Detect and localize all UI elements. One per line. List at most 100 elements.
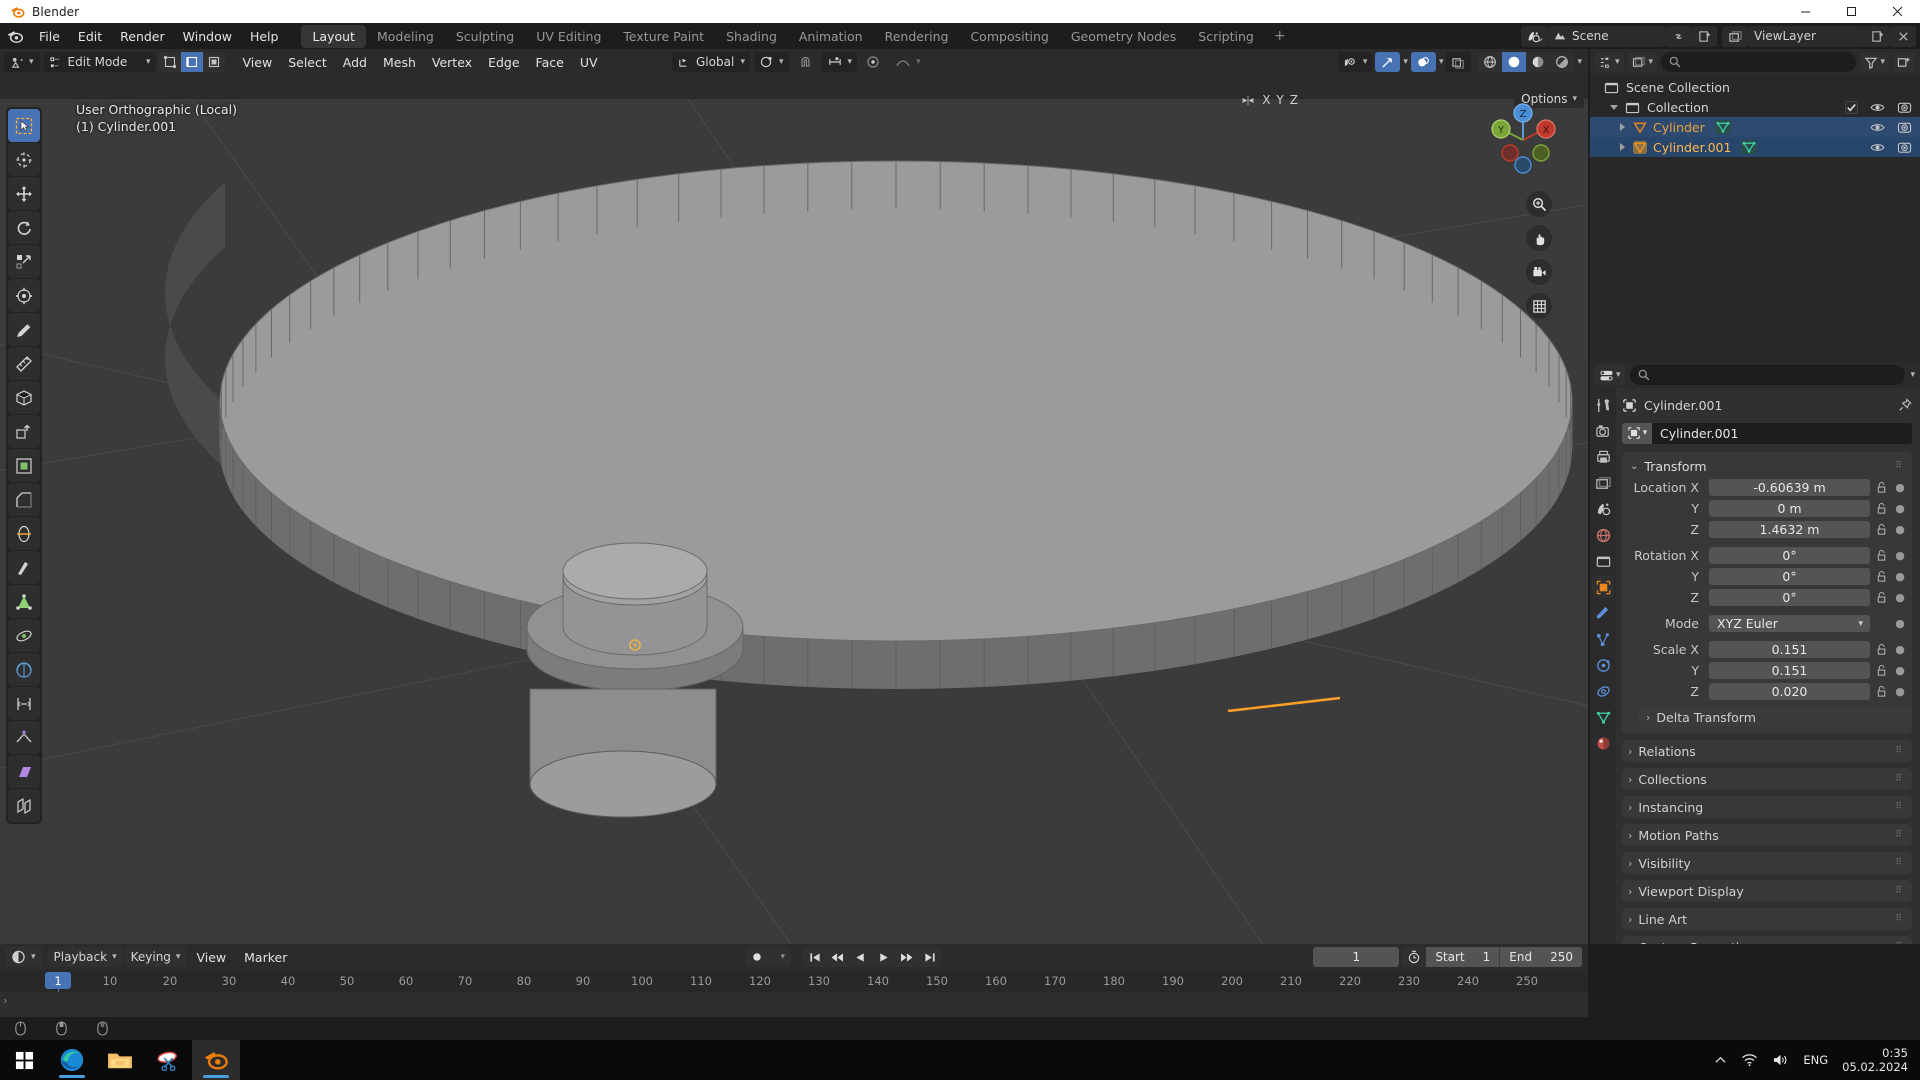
animate-rotation-z-icon[interactable]: ● bbox=[1894, 591, 1906, 604]
tab-texture-paint[interactable]: Texture Paint bbox=[612, 25, 715, 48]
solid-shading-icon[interactable] bbox=[1502, 52, 1527, 72]
camera-icon[interactable] bbox=[1526, 259, 1552, 285]
rotate-tool-icon[interactable] bbox=[8, 211, 40, 244]
bevel-tool-icon[interactable] bbox=[8, 483, 40, 516]
lock-rotation-x-icon[interactable] bbox=[1875, 549, 1889, 562]
xray-toggle[interactable] bbox=[1446, 52, 1472, 72]
lock-scale-y-icon[interactable] bbox=[1875, 664, 1889, 677]
value-location-z[interactable]: 1.4632 m bbox=[1709, 521, 1870, 538]
properties-editor[interactable]: ▾ ▾ Cylinder.001 ▾ Cylinder.001 ⌄ Transf… bbox=[1590, 362, 1920, 944]
transform-panel-header[interactable]: ⌄ Transform ⠿ bbox=[1622, 456, 1912, 476]
annotate-tool-icon[interactable] bbox=[8, 313, 40, 346]
timeline-editor-type-selector[interactable]: ▾ bbox=[5, 947, 42, 967]
outliner-search-input[interactable] bbox=[1661, 52, 1857, 72]
animate-rotation-mode-icon[interactable]: ● bbox=[1894, 617, 1906, 630]
shear-tool-icon[interactable] bbox=[8, 755, 40, 788]
mirror-icon[interactable] bbox=[1240, 94, 1256, 107]
tab-particles-icon[interactable] bbox=[1592, 628, 1614, 650]
viewport-menu-edge[interactable]: Edge bbox=[480, 52, 527, 73]
camera-render-icon[interactable] bbox=[1897, 141, 1912, 154]
disclosure-triangle-cylinder-001[interactable] bbox=[1620, 143, 1625, 151]
jump-to-next-keyframe-button[interactable] bbox=[895, 947, 918, 967]
link-scene-icon[interactable] bbox=[1665, 25, 1691, 47]
camera-render-icon[interactable] bbox=[1897, 121, 1912, 134]
tab-physics-icon[interactable] bbox=[1592, 654, 1614, 676]
tab-constraints-icon[interactable] bbox=[1592, 680, 1614, 702]
language-indicator[interactable]: ENG bbox=[1803, 1053, 1828, 1067]
mesh-data-icon[interactable] bbox=[1714, 120, 1731, 134]
menu-file[interactable]: File bbox=[30, 26, 69, 47]
jump-to-end-button[interactable] bbox=[918, 947, 941, 967]
viewport-menu-vertex[interactable]: Vertex bbox=[424, 52, 480, 73]
disclosure-triangle-collection[interactable] bbox=[1610, 104, 1618, 110]
viewport-menu-add[interactable]: Add bbox=[335, 52, 375, 73]
proportional-edit-icon[interactable] bbox=[861, 52, 887, 72]
vertex-select-icon[interactable] bbox=[158, 52, 181, 72]
camera-render-icon[interactable] bbox=[1897, 101, 1912, 114]
tab-world-icon[interactable] bbox=[1592, 524, 1614, 546]
panel-custom-properties[interactable]: › Custom Properties ⠿ bbox=[1622, 936, 1912, 944]
edge-browser-icon[interactable] bbox=[48, 1040, 96, 1080]
value-rotation-x[interactable]: 0° bbox=[1709, 547, 1870, 564]
object-browse-id-button[interactable]: ▾ bbox=[1622, 422, 1652, 444]
tab-layout[interactable]: Layout bbox=[301, 24, 366, 48]
outliner-new-collection-icon[interactable] bbox=[1893, 52, 1915, 72]
blender-app-icon[interactable] bbox=[192, 1040, 240, 1080]
disclosure-triangle-cylinder[interactable] bbox=[1620, 123, 1625, 131]
timeline-channel-area[interactable] bbox=[0, 992, 1588, 1018]
menu-help[interactable]: Help bbox=[241, 26, 288, 47]
menu-edit[interactable]: Edit bbox=[69, 26, 111, 47]
tab-object-icon[interactable] bbox=[1592, 576, 1614, 598]
animate-scale-y-icon[interactable]: ● bbox=[1894, 664, 1906, 677]
value-scale-y[interactable]: 0.151 bbox=[1709, 662, 1870, 679]
tab-data-icon[interactable] bbox=[1592, 706, 1614, 728]
measure-tool-icon[interactable] bbox=[8, 347, 40, 380]
viewport-menu-select[interactable]: Select bbox=[280, 52, 335, 73]
eye-visibility-icon[interactable] bbox=[1870, 101, 1885, 114]
chevron-down-icon[interactable]: ⌄ bbox=[1630, 461, 1638, 472]
tab-scene-icon[interactable] bbox=[1592, 498, 1614, 520]
snap-settings-selector[interactable]: ▾ bbox=[821, 52, 858, 72]
loop-cut-tool-icon[interactable] bbox=[8, 517, 40, 550]
material-preview-shading-icon[interactable] bbox=[1526, 52, 1551, 72]
keyframe-type-selector[interactable]: ▾ bbox=[745, 947, 791, 967]
timeline-menu-playback[interactable]: Playback ▾ bbox=[47, 947, 123, 967]
volume-icon[interactable] bbox=[1772, 1053, 1789, 1067]
panel-line-art[interactable]: › Line Art ⠿ bbox=[1622, 908, 1912, 930]
value-scale-z[interactable]: 0.020 bbox=[1709, 683, 1870, 700]
proportional-falloff-selector[interactable]: ▾ bbox=[890, 52, 926, 72]
end-frame-field[interactable]: End 250 bbox=[1499, 947, 1582, 967]
panel-relations[interactable]: › Relations ⠿ bbox=[1622, 740, 1912, 762]
animate-scale-z-icon[interactable]: ● bbox=[1894, 685, 1906, 698]
pivot-point-selector[interactable]: ▾ bbox=[754, 52, 789, 72]
eye-visibility-icon[interactable] bbox=[1870, 141, 1885, 154]
face-select-icon[interactable] bbox=[202, 52, 225, 72]
outliner-row-scene-collection[interactable]: Scene Collection bbox=[1590, 77, 1920, 97]
jump-to-prev-keyframe-button[interactable] bbox=[826, 947, 849, 967]
close-button[interactable] bbox=[1874, 0, 1920, 23]
overlays-toggle[interactable] bbox=[1410, 52, 1436, 72]
edge-slide-tool-icon[interactable] bbox=[8, 687, 40, 720]
lock-location-z-icon[interactable] bbox=[1875, 523, 1889, 536]
lock-scale-z-icon[interactable] bbox=[1875, 685, 1889, 698]
panel-motion-paths[interactable]: › Motion Paths ⠿ bbox=[1622, 824, 1912, 846]
wireframe-shading-icon[interactable] bbox=[1478, 52, 1503, 72]
new-scene-icon[interactable] bbox=[1691, 25, 1717, 47]
panel-viewport-display[interactable]: › Viewport Display ⠿ bbox=[1622, 880, 1912, 902]
tab-material-icon[interactable] bbox=[1592, 732, 1614, 754]
properties-search-input[interactable] bbox=[1629, 365, 1906, 385]
tab-uv-editing[interactable]: UV Editing bbox=[525, 25, 612, 48]
eye-visibility-icon[interactable] bbox=[1870, 121, 1885, 134]
mesh-data-icon[interactable] bbox=[1741, 140, 1758, 154]
rendered-shading-icon[interactable] bbox=[1550, 52, 1575, 72]
add-cube-tool-icon[interactable] bbox=[8, 381, 40, 414]
animate-location-x-icon[interactable]: ● bbox=[1894, 481, 1906, 494]
tab-render-icon[interactable] bbox=[1592, 420, 1614, 442]
rip-region-tool-icon[interactable] bbox=[8, 789, 40, 822]
object-name-field[interactable]: Cylinder.001 bbox=[1652, 422, 1912, 444]
value-scale-x[interactable]: 0.151 bbox=[1709, 641, 1870, 658]
properties-header-chevron-icon[interactable]: ▾ bbox=[1910, 370, 1915, 380]
animate-scale-x-icon[interactable]: ● bbox=[1894, 643, 1906, 656]
viewlayer-name-field[interactable]: ViewLayer bbox=[1748, 25, 1864, 47]
viewport-menu-face[interactable]: Face bbox=[528, 52, 572, 73]
